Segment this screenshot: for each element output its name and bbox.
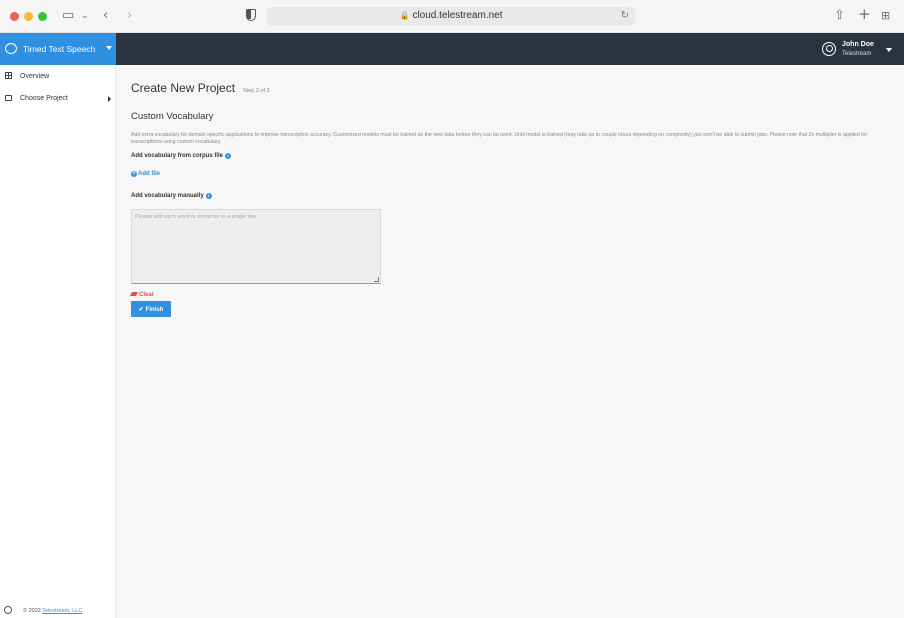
shield-icon[interactable] (246, 9, 256, 21)
plus-icon[interactable]: + (858, 6, 871, 22)
add-file-link[interactable]: + Add file (131, 171, 160, 177)
chevron-right-icon (108, 96, 111, 102)
clear-text: Clear (139, 292, 155, 298)
caret-down-icon (106, 46, 112, 50)
speech-bubble-icon (5, 43, 17, 54)
vocabulary-textarea[interactable]: Please add each word or sentence in a si… (131, 209, 381, 284)
sidebar: Overview Choose Project © 2022 Telestrea… (0, 65, 116, 618)
zoom-window-icon[interactable] (38, 12, 47, 21)
manual-vocab-label: Add vocabulary manually i (131, 193, 212, 199)
tabs-grid-icon[interactable]: ⊞ (881, 8, 890, 24)
textarea-placeholder: Please add each word or sentence in a si… (135, 214, 257, 220)
section-description: Add extra vocabulary for domain specific… (131, 132, 868, 145)
page-title-text: Create New Project (131, 81, 236, 95)
sidebar-item-choose-project[interactable]: Choose Project (0, 89, 116, 109)
address-bar[interactable]: 🔒 cloud.telestream.net ↻ (267, 7, 635, 26)
user-avatar-icon[interactable] (822, 42, 836, 56)
clear-link[interactable]: Clear (129, 292, 155, 298)
resize-handle-icon[interactable] (374, 277, 379, 282)
user-name[interactable]: John Doe (842, 41, 874, 48)
copyright-text: © 2022 (23, 608, 41, 614)
footer-copyright: © 2022 Telestream, LLC (23, 608, 82, 614)
reload-icon[interactable]: ↻ (621, 10, 629, 21)
sidebar-item-label: Choose Project (20, 95, 68, 102)
close-window-icon[interactable] (10, 12, 19, 21)
sidebar-item-overview[interactable]: Overview (0, 67, 116, 87)
lock-icon: 🔒 (399, 11, 410, 20)
info-icon[interactable]: i (225, 153, 232, 159)
back-icon[interactable]: ‹ (103, 8, 108, 24)
plus-circle-icon: + (131, 171, 137, 177)
step-indicator: Step 2 of 2 (243, 88, 270, 94)
browser-toolbar: ▭ ⌄ ‹ › 🔒 cloud.telestream.net ↻ ⇧ + ⊞ (0, 0, 904, 33)
app-header: Timed Text Speech John Doe Telestream (0, 33, 904, 65)
sidebar-icon[interactable]: ▭ (62, 8, 74, 24)
chevron-down-icon[interactable]: ⌄ (81, 8, 89, 24)
app-name: Timed Text Speech (23, 44, 96, 54)
user-org: Telestream (842, 51, 872, 57)
check-icon: ✔ (138, 306, 144, 313)
product-switcher[interactable]: Timed Text Speech (0, 33, 116, 65)
user-menu-caret-icon[interactable] (886, 48, 892, 52)
url-text: cloud.telestream.net (412, 10, 503, 21)
folder-icon (5, 95, 12, 101)
grid-icon (5, 72, 12, 79)
corpus-file-label-text: Add vocabulary from corpus file (131, 153, 224, 159)
section-title: Custom Vocabulary (131, 111, 214, 122)
info-icon[interactable]: i (205, 193, 212, 199)
share-icon[interactable]: ⇧ (834, 8, 845, 24)
minimize-window-icon[interactable] (24, 12, 33, 21)
manual-vocab-label-text: Add vocabulary manually (131, 193, 204, 199)
eraser-icon (129, 292, 139, 296)
finish-text: Finish (145, 306, 164, 313)
corpus-file-label: Add vocabulary from corpus file i (131, 153, 232, 159)
finish-button[interactable]: ✔ Finish (131, 301, 171, 317)
company-link[interactable]: Telestream, LLC (42, 608, 82, 614)
sidebar-item-label: Overview (20, 73, 50, 80)
page-title: Create New Project Step 2 of 2 (131, 81, 270, 95)
add-file-text: Add file (138, 171, 160, 177)
collapse-sidebar-icon[interactable] (4, 606, 12, 614)
forward-icon[interactable]: › (127, 8, 132, 24)
